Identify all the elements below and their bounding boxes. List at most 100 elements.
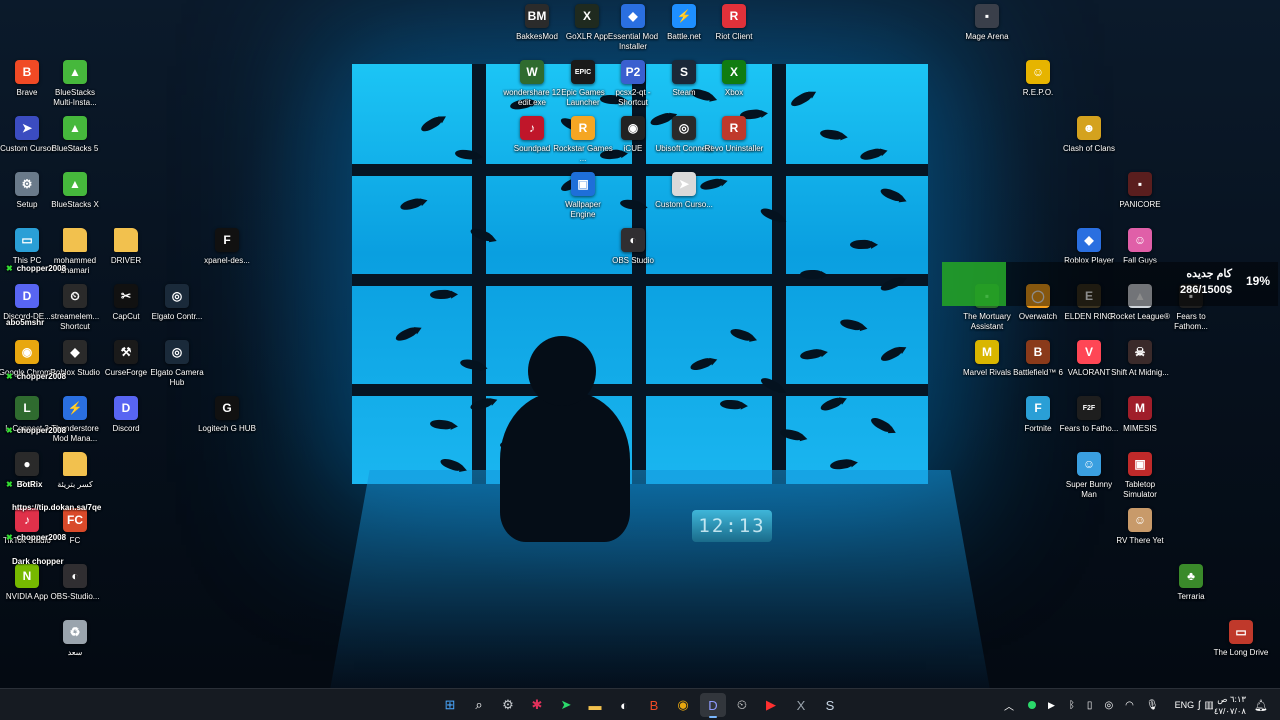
desktop-icon-wondershare[interactable]: Wwondershare 12 edit.exe bbox=[503, 60, 561, 108]
chevron-up-icon[interactable]: ︿ bbox=[1004, 698, 1014, 713]
desktop-icon-logitech[interactable]: G Logitech G HUB bbox=[198, 396, 256, 434]
network-icon[interactable]: ▥ bbox=[1204, 700, 1213, 711]
wallpaper-window-transom bbox=[352, 164, 928, 176]
desktop-icon-roblox-player[interactable]: ◆ Roblox Player bbox=[1062, 228, 1116, 266]
wallpaper-fish bbox=[800, 270, 828, 279]
desktop-icon-label: Riot Client bbox=[715, 32, 753, 41]
desktop-icon-capcut[interactable]: ✂ CapCut bbox=[99, 284, 153, 322]
repo-icon: ☺ bbox=[1026, 60, 1050, 84]
rec-icon: ● bbox=[15, 452, 39, 476]
wifi-icon[interactable]: ◠ bbox=[1125, 700, 1134, 711]
desktop-icon-rv-there-yet[interactable]: ☺ RV There Yet bbox=[1113, 508, 1167, 546]
logitech-icon: G bbox=[215, 396, 239, 420]
taskbar-search-button[interactable]: ⌕ bbox=[466, 693, 492, 717]
desktop-icon-label: كسر بتريئة bbox=[57, 480, 93, 489]
taskbar-goxlr-button[interactable]: X bbox=[788, 693, 814, 717]
desktop-icon-icue[interactable]: ◉ iCUE bbox=[606, 116, 660, 154]
play-icon[interactable]: ▶ bbox=[1048, 700, 1055, 711]
ime-icon[interactable]: ʃ bbox=[1198, 700, 1200, 711]
desktop-icon-repo[interactable]: ☺ R.E.P.O. bbox=[1011, 60, 1065, 98]
bluetooth-icon[interactable]: ᛒ bbox=[1069, 700, 1075, 711]
desktop-icon-marvel-rivals[interactable]: M Marvel Rivals bbox=[960, 340, 1014, 378]
desktop-icon-riot[interactable]: R Riot Client bbox=[707, 4, 761, 42]
taskbar-obs-button[interactable]: ◐ bbox=[611, 693, 637, 717]
soundpad-icon: ♪ bbox=[520, 116, 544, 140]
battlefield6-icon: B bbox=[1026, 340, 1050, 364]
desktop-icon-discord[interactable]: D Discord bbox=[99, 396, 153, 434]
shift-midnight-icon: ☠ bbox=[1128, 340, 1152, 364]
chat-username: BotRix bbox=[16, 480, 43, 489]
clash-icon: ☻ bbox=[1077, 116, 1101, 140]
vpn-icon[interactable]: ◎ bbox=[1104, 700, 1113, 711]
taskbar-app-green-button[interactable]: ➤ bbox=[553, 693, 579, 717]
desktop-icon-curseforge[interactable]: ⚒ CurseForge bbox=[99, 340, 153, 378]
riot-icon: R bbox=[722, 4, 746, 28]
desktop-icon-mage-arena[interactable]: ▪ Mage Arena bbox=[960, 4, 1014, 42]
taskbar-settings-button[interactable]: ⚙ bbox=[495, 693, 521, 717]
desktop-icon-elgato-ctrl[interactable]: ◎ Elgato Contr... bbox=[150, 284, 204, 322]
taskbar-chrome-button[interactable]: ◉ bbox=[670, 693, 696, 717]
desktop-icon-super-bunny[interactable]: ☺ Super Bunny Man bbox=[1062, 452, 1116, 500]
desktop-icon-essential-mod[interactable]: ◆ Essential Mod Installer bbox=[606, 4, 660, 52]
taskbar-discord-button[interactable]: D bbox=[700, 693, 726, 718]
recycle-bin-icon: ♻ bbox=[63, 620, 87, 644]
settings-icon: ⚙ bbox=[502, 697, 514, 712]
desktop-icon-fortnite[interactable]: F Fortnite bbox=[1011, 396, 1065, 434]
desktop-icon-valorant[interactable]: V VALORANT bbox=[1062, 340, 1116, 378]
desktop-icon-bakkesmod[interactable]: BM BakkesMod bbox=[510, 4, 564, 42]
desktop-icon-tabletop[interactable]: ▣ Tabletop Simulator bbox=[1113, 452, 1167, 500]
setup-icon: ⚙ bbox=[15, 172, 39, 196]
desktop-icon-folder-arabic[interactable]: كسر بتريئة bbox=[48, 452, 102, 490]
desktop-icon-pcsx2[interactable]: P2 pcsx2-qt - Shortcut bbox=[606, 60, 660, 108]
desktop-icon-recycle-bin[interactable]: ♻ سعد bbox=[48, 620, 102, 658]
streamelements-icon: ⏲ bbox=[63, 284, 87, 308]
chat-username: chopper2008 bbox=[16, 372, 67, 381]
desktop-icon-thunderstore[interactable]: ⚡ Thunderstore Mod Mana... bbox=[48, 396, 102, 444]
desktop-icon-bluestacks-multi[interactable]: ▲ BlueStacks Multi-Insta... bbox=[48, 60, 102, 108]
desktop-icon-steam-top[interactable]: S Steam bbox=[657, 60, 711, 98]
desktop-icon-driver[interactable]: DRIVER bbox=[99, 228, 153, 266]
desktop-icon-revo[interactable]: R Revo Uninstaller bbox=[705, 116, 763, 154]
rv-there-yet-icon: ☺ bbox=[1128, 508, 1152, 532]
taskbar-brave-button[interactable]: B bbox=[641, 693, 667, 717]
desktop-icon-rockstar[interactable]: R Rockstar Games ... bbox=[553, 116, 613, 164]
taskbar-steam-button[interactable]: S bbox=[817, 693, 843, 717]
desktop-icon-terraria[interactable]: ♣ Terraria bbox=[1164, 564, 1218, 602]
rockstar-icon: R bbox=[571, 116, 595, 140]
battery-icon[interactable]: ▯ bbox=[1087, 700, 1093, 711]
desktop-icon-xbox[interactable]: X Xbox bbox=[707, 60, 761, 98]
notification-bell-icon[interactable]: 🔔︎ bbox=[1254, 689, 1268, 720]
desktop-icon-fears-fathom-2[interactable]: F2F Fears to Fatho... bbox=[1060, 396, 1118, 434]
desktop-icon-clash[interactable]: ☻ Clash of Clans bbox=[1062, 116, 1116, 154]
desktop-icon-shift-midnight[interactable]: ☠ Shift At Midnig... bbox=[1111, 340, 1169, 378]
desktop-icon-fall-guys[interactable]: ☺ Fall Guys bbox=[1113, 228, 1167, 266]
desktop-icon-wallpaper-engine[interactable]: ▣ Wallpaper Engine bbox=[556, 172, 610, 220]
desktop-icon-label: Discord bbox=[112, 424, 140, 433]
desktop-icon-bluestacksx[interactable]: ▲ BlueStacks X bbox=[48, 172, 102, 210]
desktop-icon-panicore[interactable]: ▪ PANICORE bbox=[1113, 172, 1167, 210]
desktop-icon-battlefield6[interactable]: B Battlefield™ 6 bbox=[1011, 340, 1065, 378]
status-dot-icon[interactable] bbox=[1028, 701, 1036, 709]
desktop-icon-long-drive[interactable]: ▭ The Long Drive bbox=[1214, 620, 1268, 658]
taskbar-start-button[interactable]: ⊞ bbox=[437, 693, 463, 717]
language-indicator[interactable]: ENG bbox=[1175, 700, 1195, 710]
taskbar-streamelements-button[interactable]: ⏲ bbox=[729, 693, 755, 717]
taskbar-file-explorer-button[interactable]: ▬ bbox=[582, 693, 608, 717]
desktop-icon-obs-top[interactable]: ◐ OBS Studio bbox=[606, 228, 660, 266]
clock[interactable]: ٦:١٣ ص ٤٧/٠٧/٠٨ bbox=[1214, 693, 1246, 717]
desktop-icon-streamelements[interactable]: ⏲ streamelem... Shortcut bbox=[48, 284, 102, 332]
desktop-icon-xpanel[interactable]: Fxpanel-des... bbox=[200, 228, 254, 266]
desktop-icon-ubisoft[interactable]: ◎ Ubisoft Connect bbox=[656, 116, 712, 154]
microphone-icon[interactable]: 🎙︎ bbox=[1146, 700, 1159, 711]
desktop-icon-custom-cursor-2[interactable]: ➤ Custom Curso... bbox=[655, 172, 713, 210]
desktop-icon-battlenet[interactable]: ⚡ Battle.net bbox=[657, 4, 711, 42]
desktop-icon-bluestacks5[interactable]: ▲ BlueStacks 5 bbox=[48, 116, 102, 154]
desktop-icon-obs-studio[interactable]: ◐ OBS-Studio... bbox=[48, 564, 102, 602]
taskbar-youtube-button[interactable]: ▶ bbox=[758, 693, 784, 717]
taskbar-app-red-bug-button[interactable]: ✱ bbox=[524, 693, 550, 717]
desktop-icon-epic[interactable]: EPIC Epic Games Launcher bbox=[556, 60, 610, 108]
desktop-icon-soundpad[interactable]: ♪ Soundpad bbox=[505, 116, 559, 154]
pcsx2-icon: P2 bbox=[621, 60, 645, 84]
desktop-icon-elgato-hub[interactable]: ◎ Elgato Camera Hub bbox=[150, 340, 204, 388]
desktop-icon-mimesis[interactable]: M MIMESIS bbox=[1113, 396, 1167, 434]
